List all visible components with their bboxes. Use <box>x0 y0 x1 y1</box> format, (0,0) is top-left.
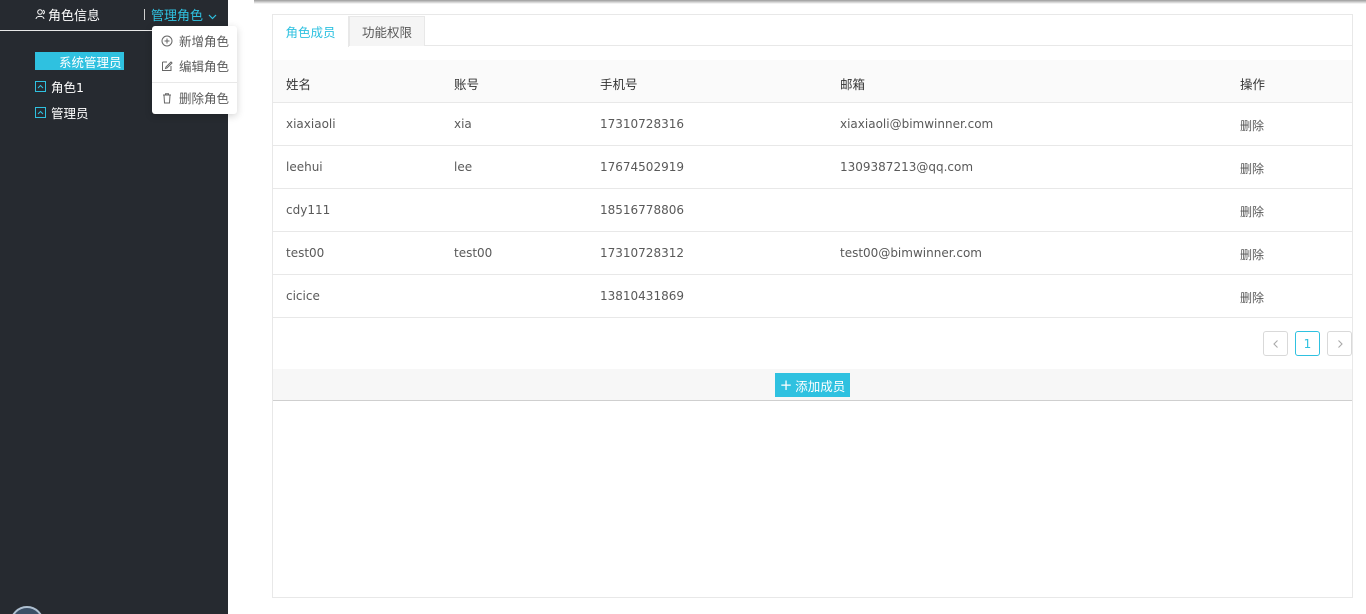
avatar[interactable] <box>10 606 44 614</box>
manage-role-dropdown[interactable]: 管理角色 <box>151 6 217 24</box>
header-divider <box>144 9 145 20</box>
collapse-icon[interactable] <box>35 81 46 92</box>
edit-role-label: 编辑角色 <box>179 59 230 74</box>
delete-role-label: 删除角色 <box>179 91 230 106</box>
cell-account: test00 <box>454 246 493 260</box>
cell-name: test00 <box>286 246 325 260</box>
plus-icon: + <box>779 375 793 394</box>
tab-role-members[interactable]: 角色成员 <box>273 16 349 47</box>
cell-phone: 18516778806 <box>600 203 684 217</box>
table-footer: + 添加成员 <box>273 369 1352 401</box>
delete-role-menu-item[interactable]: 删除角色 <box>161 89 229 106</box>
delete-member-button[interactable]: 删除 <box>1240 203 1264 220</box>
add-role-menu-item[interactable]: 新增角色 <box>161 32 229 49</box>
edit-role-menu-item[interactable]: 编辑角色 <box>161 57 229 74</box>
table-header: 姓名 账号 手机号 邮箱 操作 <box>273 60 1352 103</box>
table-row: leehui lee 17674502919 1309387213@qq.com… <box>273 146 1352 189</box>
tab-bar: 角色成员 功能权限 <box>273 15 1352 47</box>
plus-circle-icon <box>161 35 173 47</box>
tab-label: 功能权限 <box>361 25 412 40</box>
collapse-icon[interactable] <box>35 107 46 118</box>
cell-phone: 17310728316 <box>600 117 684 131</box>
table-row: cicice 13810431869 删除 <box>273 275 1352 318</box>
tree-item-admin[interactable]: 管理员 <box>35 103 89 122</box>
cell-account: xia <box>454 117 472 131</box>
tab-label: 角色成员 <box>285 25 336 40</box>
role-info-label: 角色信息 <box>48 8 101 24</box>
table-row: xiaxiaoli xia 17310728316 xiaxiaoli@bimw… <box>273 103 1352 146</box>
add-role-label: 新增角色 <box>179 34 230 49</box>
cell-name: xiaxiaoli <box>286 117 336 131</box>
role-info-tab[interactable]: 角色信息 <box>35 6 101 24</box>
add-member-button[interactable]: + 添加成员 <box>775 373 850 397</box>
cell-email: xiaxiaoli@bimwinner.com <box>840 117 994 131</box>
next-page-button[interactable] <box>1327 331 1352 356</box>
delete-member-button[interactable]: 删除 <box>1240 160 1264 177</box>
tree-item-label: 系统管理员 <box>59 54 122 70</box>
tab-permissions[interactable]: 功能权限 <box>349 16 425 46</box>
cell-phone: 17310728312 <box>600 246 684 260</box>
column-header-account: 账号 <box>454 77 480 92</box>
main-panel: 角色成员 功能权限 姓名 账号 手机号 邮箱 操作 xiaxiaoli xia … <box>272 14 1353 598</box>
add-member-label: 添加成员 <box>795 378 846 394</box>
manage-role-menu: 新增角色 编辑角色 删除角色 <box>152 26 237 114</box>
table-row: cdy111 18516778806 删除 <box>273 189 1352 232</box>
delete-member-button[interactable]: 删除 <box>1240 117 1264 134</box>
cell-name: cicice <box>286 289 320 303</box>
menu-divider <box>152 82 237 83</box>
cell-email: 1309387213@qq.com <box>840 160 974 174</box>
table-row: test00 test00 17310728312 test00@bimwinn… <box>273 232 1352 275</box>
manage-role-label: 管理角色 <box>151 8 204 24</box>
column-header-name: 姓名 <box>286 77 312 92</box>
page-number-button[interactable]: 1 <box>1295 331 1320 356</box>
cell-phone: 13810431869 <box>600 289 684 303</box>
delete-member-button[interactable]: 删除 <box>1240 246 1264 263</box>
tree-item-system-admin[interactable]: 系统管理员 <box>35 52 124 70</box>
page-number-label: 1 <box>1303 336 1312 351</box>
cell-account: lee <box>454 160 473 174</box>
cell-name: leehui <box>286 160 323 174</box>
column-header-action: 操作 <box>1240 77 1266 92</box>
tree-item-role1[interactable]: 角色1 <box>35 77 84 96</box>
delete-member-button[interactable]: 删除 <box>1240 289 1264 306</box>
tree-item-label: 管理员 <box>51 106 89 121</box>
top-shadow <box>254 0 1366 4</box>
cell-name: cdy111 <box>286 203 331 217</box>
trash-icon <box>161 92 173 104</box>
edit-icon <box>161 60 173 72</box>
chevron-right-icon <box>1337 339 1343 348</box>
column-header-email: 邮箱 <box>840 77 866 92</box>
users-icon <box>35 8 47 20</box>
column-header-phone: 手机号 <box>600 77 638 92</box>
chevron-down-icon <box>208 10 217 19</box>
prev-page-button[interactable] <box>1263 331 1288 356</box>
cell-email: test00@bimwinner.com <box>840 246 982 260</box>
tree-item-label: 角色1 <box>51 80 84 95</box>
chevron-left-icon <box>1272 339 1278 348</box>
cell-phone: 17674502919 <box>600 160 684 174</box>
